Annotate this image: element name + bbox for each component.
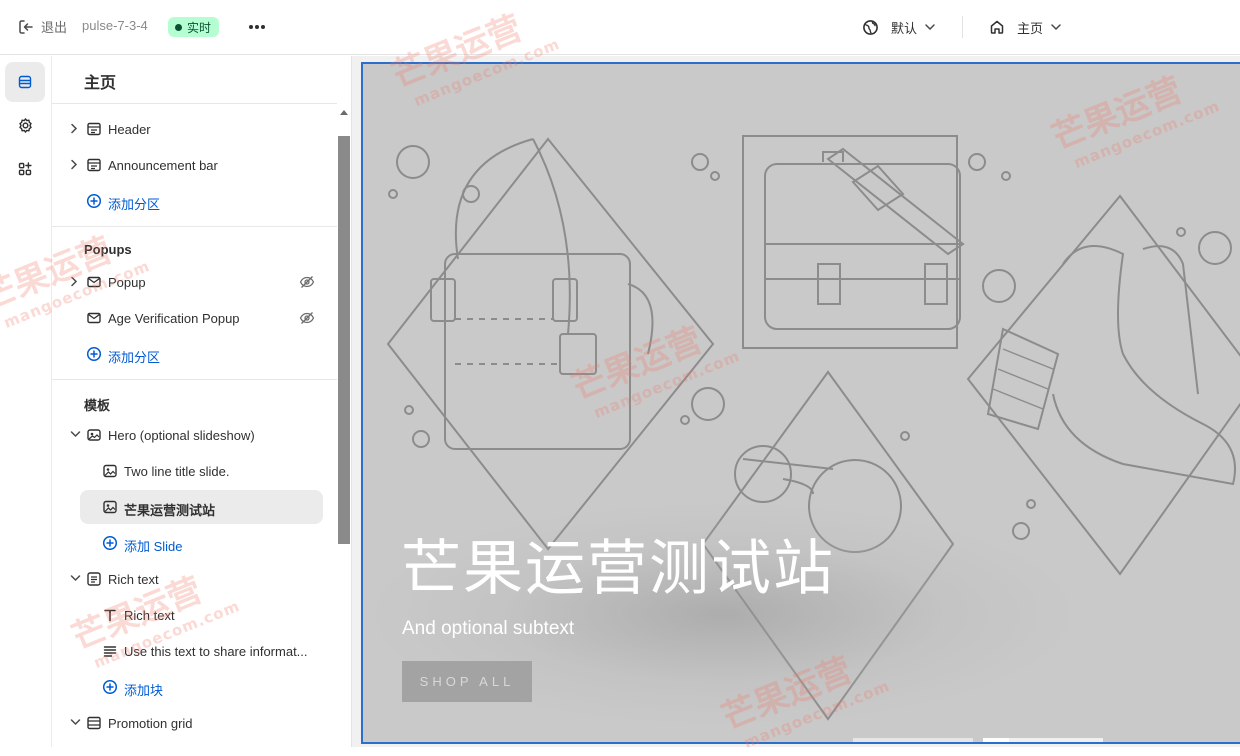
- section-hero-label: Hero (optional slideshow): [108, 428, 255, 443]
- block-paragraph-label: Use this text to share informat...: [124, 644, 308, 659]
- add-section-button[interactable]: 添加分区: [52, 184, 337, 218]
- section-promotion-grid-label: Promotion grid: [108, 716, 193, 731]
- settings-rail-button[interactable]: [5, 105, 45, 145]
- scrollbar-thumb[interactable]: [338, 136, 350, 544]
- chevron-right-icon: [71, 123, 78, 134]
- hero-title: 芒果运营测试站: [401, 534, 835, 604]
- eye-off-icon[interactable]: [299, 275, 315, 289]
- exit-button[interactable]: 退出: [18, 17, 67, 36]
- status-dot-icon: [175, 23, 182, 31]
- image-icon: [103, 464, 117, 478]
- section-header-label: Header: [108, 122, 151, 137]
- topbar-divider: [962, 16, 963, 38]
- title-divider: [52, 103, 337, 104]
- popup-icon: [87, 312, 101, 324]
- sections-sidebar: 主页 Header Announcement bar 添加分区 Popups P…: [52, 56, 352, 747]
- language-select-value: 默认: [891, 20, 918, 36]
- add-block-button[interactable]: 添加块: [52, 670, 337, 704]
- slide-progress: [983, 738, 1009, 742]
- section-announcement-label: Announcement bar: [108, 158, 218, 173]
- plus-circle-icon: [102, 535, 118, 551]
- slideshow-icon: [87, 429, 101, 441]
- plus-circle-icon: [102, 679, 118, 695]
- text-block-icon: [87, 572, 101, 586]
- globe-icon: [863, 19, 878, 35]
- section-rich-text[interactable]: Rich text: [52, 562, 337, 596]
- section-rich-text-label: Rich text: [108, 572, 159, 587]
- section-age-verification-popup[interactable]: Age Verification Popup: [52, 301, 337, 335]
- divider: [52, 379, 337, 380]
- hero-subtitle: And optional subtext: [402, 618, 575, 639]
- chevron-down-icon: [925, 24, 935, 30]
- section-age-verification-label: Age Verification Popup: [108, 311, 240, 326]
- add-slide-label: 添加 Slide: [124, 539, 183, 554]
- theme-preview: 芒果运营测试站 And optional subtext SHOP ALL: [352, 56, 1240, 747]
- apps-rail-button[interactable]: [5, 149, 45, 189]
- header-section-icon: [87, 122, 101, 136]
- template-heading: 模板: [84, 398, 111, 413]
- popups-heading: Popups: [84, 242, 132, 257]
- block-rich-text-heading[interactable]: Rich text: [52, 598, 337, 632]
- header-section-icon: [87, 158, 101, 172]
- chevron-right-icon: [71, 276, 78, 287]
- theme-name: pulse-7-3-4: [82, 18, 148, 33]
- block-slide-label: Two line title slide.: [124, 464, 230, 479]
- image-icon: [103, 500, 117, 514]
- text-type-icon: [104, 609, 116, 622]
- exit-icon: [19, 19, 33, 34]
- section-popup-label: Popup: [108, 275, 146, 290]
- block-selected-slide-label: 芒果运营测试站: [124, 503, 216, 518]
- block-rich-text-label: Rich text: [124, 608, 175, 623]
- shop-all-button[interactable]: SHOP ALL: [402, 661, 532, 702]
- chevron-down-icon: [70, 431, 81, 438]
- page-title: 主页: [84, 75, 117, 92]
- section-hero-slideshow[interactable]: Hero (optional slideshow): [52, 418, 337, 452]
- block-two-line-title-slide[interactable]: Two line title slide.: [52, 454, 337, 488]
- more-actions-button[interactable]: [246, 16, 268, 38]
- page-select[interactable]: 主页: [989, 16, 1061, 38]
- hero-slideshow-preview[interactable]: 芒果运营测试站 And optional subtext SHOP ALL: [361, 62, 1240, 744]
- block-selected-slide[interactable]: 芒果运营测试站: [80, 490, 323, 524]
- chevron-down-icon: [70, 719, 81, 726]
- scroll-up-arrow-icon[interactable]: [340, 110, 348, 115]
- slideshow-pagination: [853, 738, 1103, 742]
- section-announcement-bar[interactable]: Announcement bar: [52, 148, 337, 182]
- page-select-value: 主页: [1017, 20, 1044, 36]
- chevron-right-icon: [71, 159, 78, 170]
- popup-icon: [87, 276, 101, 288]
- home-icon: [990, 20, 1004, 34]
- plus-circle-icon: [86, 193, 102, 209]
- chevron-down-icon: [1051, 24, 1061, 30]
- add-slide-button[interactable]: 添加 Slide: [52, 526, 337, 560]
- add-section-button[interactable]: 添加分区: [52, 337, 337, 371]
- chevron-down-icon: [70, 575, 81, 582]
- section-popup[interactable]: Popup: [52, 265, 337, 299]
- plus-circle-icon: [86, 346, 102, 362]
- grid-section-icon: [87, 716, 101, 730]
- paragraph-icon: [103, 646, 117, 657]
- section-promotion-grid[interactable]: Promotion grid: [52, 706, 337, 740]
- sections-rail-button[interactable]: [5, 62, 45, 102]
- divider: [52, 226, 337, 227]
- add-section-label: 添加分区: [108, 197, 161, 212]
- section-header[interactable]: Header: [52, 112, 337, 146]
- live-badge-label: 实时: [187, 20, 212, 35]
- gear-icon: [18, 117, 32, 133]
- live-status-badge: 实时: [168, 17, 220, 37]
- eye-off-icon[interactable]: [299, 311, 315, 325]
- left-rail: [0, 56, 52, 747]
- block-rich-text-paragraph[interactable]: Use this text to share informat...: [52, 634, 337, 668]
- top-bar: 退出 pulse-7-3-4 实时 默认 主页: [0, 0, 1240, 55]
- add-section-label: 添加分区: [108, 350, 161, 365]
- slide-dot[interactable]: [853, 738, 973, 742]
- language-select[interactable]: 默认: [862, 16, 935, 38]
- add-block-label: 添加块: [124, 683, 164, 698]
- more-horizontal-icon: [249, 25, 265, 29]
- sections-icon: [18, 75, 32, 89]
- apps-icon: [18, 162, 32, 176]
- exit-label: 退出: [41, 20, 68, 35]
